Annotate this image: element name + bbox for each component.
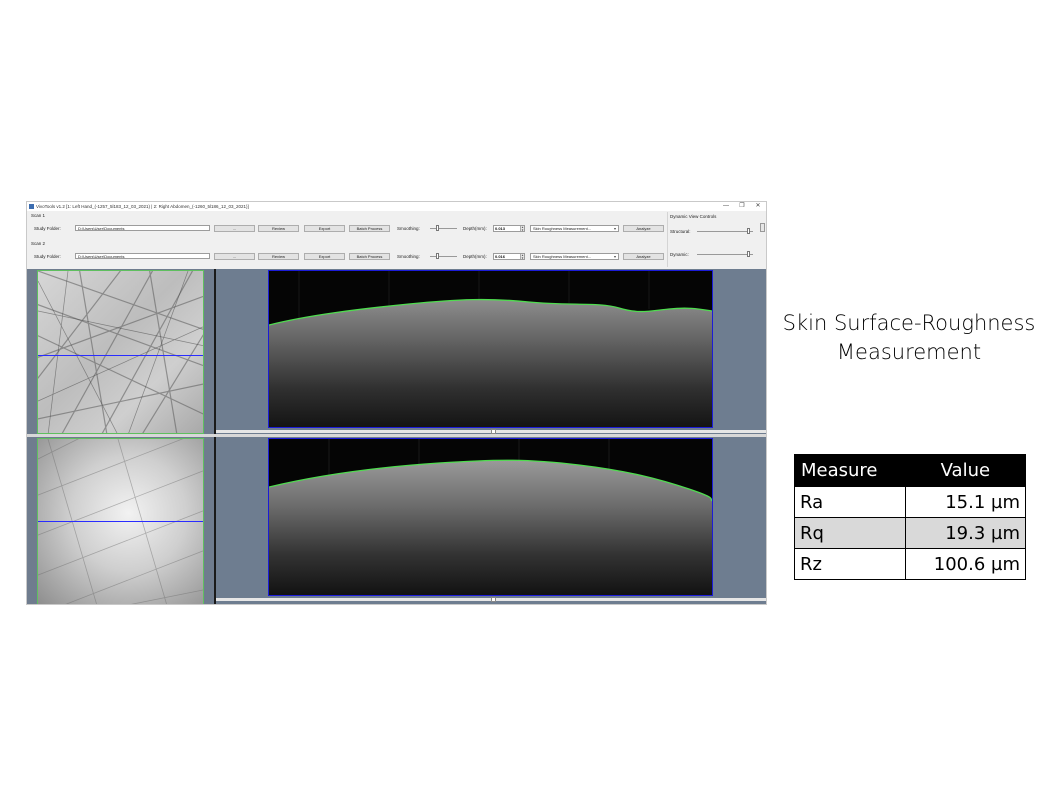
chevron-down-icon: ▾ [613,254,616,259]
spin-arrows-icon[interactable]: ▴ ▾ [520,226,524,231]
scan1-label: Scan 1 [31,213,46,218]
pane-divider[interactable] [214,269,216,604]
scan2-position-line[interactable] [38,521,203,522]
scan1-smoothing-slider[interactable] [430,228,457,229]
measure-cell: Rz [794,548,906,580]
scan1-folder-path-input[interactable]: D:\Users\User\Documents [75,225,210,231]
measure-cell: Rq [794,517,906,549]
table-row: Rq 19.3 µm [794,517,1027,549]
scan1-surface-image[interactable] [37,270,204,434]
structural-slider-thumb[interactable] [747,228,750,234]
value-cell: 19.3 µm [904,517,1027,549]
scan2-measurement-value: Skin Roughness Measurement... [533,254,592,259]
skin-texture-lines [38,271,203,433]
scan1-browse-button[interactable]: ... [214,225,255,232]
scrollbar-thumb[interactable] [491,597,496,602]
slide-caption: Skin Surface-Roughness Measurement [780,309,1038,367]
scan2-batch-process-button[interactable]: Batch Process [349,253,390,260]
chevron-down-icon: ▾ [613,226,616,231]
structural-slider[interactable] [697,231,753,232]
scan2-depth-value: 0.016 [495,254,506,259]
close-button[interactable]: ✕ [752,202,764,211]
app-icon [29,204,34,209]
scan2-smoothing-label: Smoothing: [397,254,420,259]
scan1-horizontal-scrollbar[interactable] [216,429,766,434]
scan1-oct-cross-section[interactable] [268,270,713,428]
scan2-smoothing-slider[interactable] [430,256,457,257]
scan1-batch-process-button[interactable]: Batch Process [349,225,390,232]
scan2-study-folder-label: Study Folder: [34,254,61,259]
scan1-measurement-value: Skin Roughness Measurement... [533,226,592,231]
scan2-smoothing-thumb[interactable] [436,253,439,259]
scrollbar-thumb[interactable] [491,429,496,434]
scan2-horizontal-scrollbar[interactable] [216,597,766,602]
scan2-surface-image[interactable] [37,438,204,604]
caption-line-2: Measurement [836,340,982,364]
window-title: VivoTools v1.2 [1: Left Hand_(-1257_5l18… [36,204,249,209]
header-measure: Measure [794,454,906,487]
scan2-analyze-button[interactable]: Analyze [623,253,664,260]
scan2-folder-path-input[interactable]: D:\Users\User\Documents [75,253,210,259]
value-cell: 100.6 µm [904,548,1027,580]
scan1-measurement-dropdown[interactable]: Skin Roughness Measurement... ▾ [530,225,619,232]
dynamic-view-title: Dynamic View Controls [670,214,717,219]
scan1-smoothing-label: Smoothing: [397,226,420,231]
header-value: Value [904,454,1027,487]
table-row: Rz 100.6 µm [794,548,1027,580]
dynamic-slider[interactable] [697,254,753,255]
oct-bscan-image [269,271,712,427]
pane-divider[interactable] [27,434,766,437]
image-viewer [27,269,766,604]
scan2-export-button[interactable]: Export [304,253,345,260]
app-window: VivoTools v1.2 [1: Left Hand_(-1257_5l18… [26,201,767,605]
caption-line-1: Skin Surface-Roughness [782,311,1036,335]
scan1-review-button[interactable]: Review [258,225,299,232]
table-row: Ra 15.1 µm [794,486,1027,518]
scan1-smoothing-thumb[interactable] [436,225,439,231]
table-header-row: Measure Value [794,454,1027,487]
scan1-study-folder-label: Study Folder: [34,226,61,231]
structural-label: Structural: [670,229,691,234]
measure-cell: Ra [794,486,906,518]
skin-texture-lines [38,439,203,604]
scan1-export-button[interactable]: Export [304,225,345,232]
scan1-position-line[interactable] [38,355,203,356]
scan2-oct-cross-section[interactable] [268,438,713,596]
restore-button[interactable]: ❐ [736,202,748,211]
oct-bscan-image [269,439,712,595]
scan2-label: Scan 2 [31,241,46,246]
spin-arrows-icon[interactable]: ▴ ▾ [520,254,524,259]
title-bar: VivoTools v1.2 [1: Left Hand_(-1257_5l18… [27,202,766,211]
value-cell: 15.1 µm [904,486,1027,518]
panel-separator [667,212,668,267]
scan2-depth-spinbox[interactable]: 0.016 ▴ ▾ [493,253,525,260]
scan1-analyze-button[interactable]: Analyze [623,225,664,232]
scan1-depth-label: Depth(mm): [463,226,487,231]
scan2-depth-label: Depth(mm): [463,254,487,259]
results-table: Measure Value Ra 15.1 µm Rq 19.3 µm Rz 1… [794,454,1027,580]
scan2-review-button[interactable]: Review [258,253,299,260]
scan2-measurement-dropdown[interactable]: Skin Roughness Measurement... ▾ [530,253,619,260]
minimize-button[interactable]: — [720,202,732,211]
dynamic-slider-thumb[interactable] [747,251,750,257]
scan1-depth-spinbox[interactable]: 0.013 ▴ ▾ [493,225,525,232]
scan2-browse-button[interactable]: ... [214,253,255,260]
scan1-depth-value: 0.013 [495,226,506,231]
dynamic-label: Dynamic: [670,252,689,257]
panel-scrollbar[interactable] [760,223,765,232]
